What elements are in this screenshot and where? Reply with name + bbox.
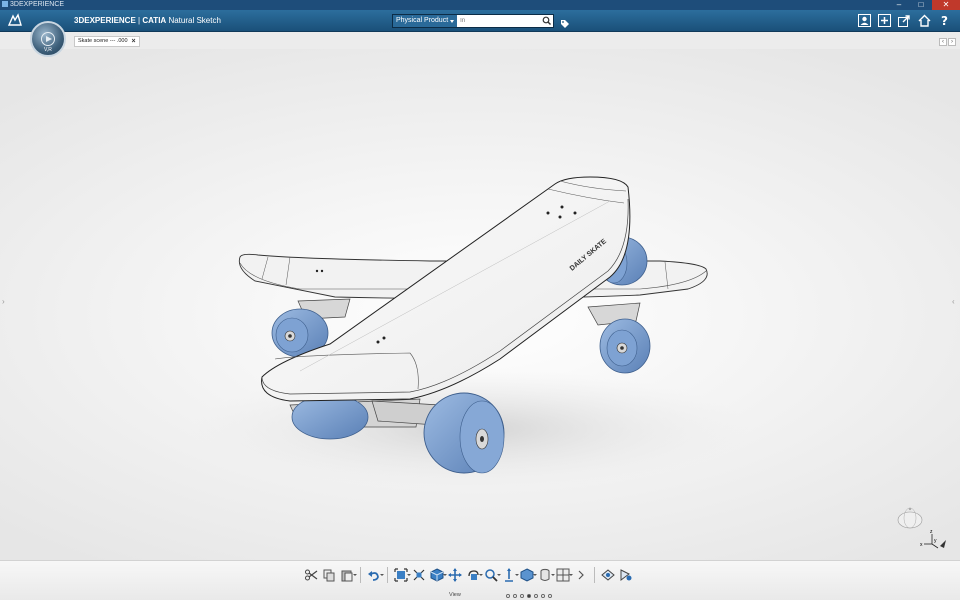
render-style-icon[interactable]	[518, 566, 537, 584]
undo-icon[interactable]	[365, 566, 384, 584]
add-icon[interactable]	[877, 13, 892, 28]
user-icon[interactable]	[857, 13, 872, 28]
zoom-area-icon[interactable]	[410, 566, 428, 584]
copy-icon[interactable]	[320, 566, 338, 584]
normal-view-icon[interactable]	[500, 566, 519, 584]
hide-show-icon[interactable]	[599, 566, 617, 584]
tab-next-button[interactable]: ›	[948, 38, 956, 46]
tab-navigation: ‹ ›	[939, 38, 956, 46]
pager-dot[interactable]	[534, 594, 538, 598]
toolbar-divider	[594, 567, 595, 583]
close-window-button[interactable]: ✕	[932, 0, 960, 10]
tag-icon[interactable]	[560, 16, 570, 28]
tab-prev-button[interactable]: ‹	[939, 38, 947, 46]
3d-viewport[interactable]: DAILY SKATE › ‹ z x y	[0, 49, 960, 560]
axis-triad[interactable]: z x y	[890, 504, 950, 559]
toolbar-divider	[387, 567, 388, 583]
share-icon[interactable]	[897, 13, 912, 28]
cut-icon[interactable]	[302, 566, 320, 584]
rotate-icon[interactable]	[464, 566, 483, 584]
pager-dot[interactable]	[513, 594, 517, 598]
top-bar: V,R 3DEXPERIENCE | CATIA Natural Sketch …	[0, 10, 960, 57]
more-icon[interactable]	[572, 566, 590, 584]
brand-label: 3DEXPERIENCE	[74, 16, 136, 25]
svg-text:?: ?	[941, 14, 948, 27]
fit-all-icon[interactable]	[392, 566, 411, 584]
pager-dot[interactable]	[548, 594, 552, 598]
top-right-toolbar: ?	[857, 13, 952, 28]
wheel	[423, 392, 505, 474]
chevron-down-icon	[450, 19, 455, 23]
compass-button[interactable]: V,R	[30, 21, 66, 57]
maximize-button[interactable]: □	[910, 0, 932, 10]
help-icon[interactable]: ?	[937, 13, 952, 28]
wheel	[599, 318, 651, 374]
axis-y-label: y	[934, 538, 937, 544]
app-brand-label: CATIA	[142, 16, 167, 25]
minimize-button[interactable]: –	[888, 0, 910, 10]
zoom-icon[interactable]	[482, 566, 501, 584]
pager-dot[interactable]	[506, 594, 510, 598]
axis-x-label: x	[920, 542, 923, 548]
paste-icon[interactable]	[338, 566, 357, 584]
pager-dot[interactable]	[520, 594, 524, 598]
tab-skate-scene[interactable]: Skate scene --- .000 ×	[74, 36, 140, 47]
tab-label: Skate scene --- .000	[78, 38, 128, 44]
right-panel-arrow[interactable]: ‹	[952, 297, 958, 307]
search-scope-dropdown[interactable]: Physical Product	[393, 15, 458, 27]
view-cube-icon[interactable]	[428, 566, 447, 584]
wheel	[291, 394, 369, 440]
compass-label: V,R	[44, 47, 52, 53]
axis-z-label: z	[930, 529, 933, 535]
app-name-label: Natural Sketch	[168, 16, 221, 25]
toolbar-divider	[360, 567, 361, 583]
ds-logo-icon[interactable]	[6, 12, 24, 30]
window-title: 3DEXPERIENCE	[10, 1, 65, 8]
pager-dot-active[interactable]	[527, 594, 531, 598]
section-tab-label[interactable]: View	[449, 592, 461, 598]
action-bar: View	[0, 560, 960, 600]
search-input[interactable]	[457, 15, 541, 27]
document-tab-row: Skate scene --- .000 × ‹ ›	[0, 32, 960, 49]
play-icon	[41, 32, 55, 46]
window-controls: – □ ✕	[888, 0, 960, 10]
pan-icon[interactable]	[446, 566, 464, 584]
app-title: 3DEXPERIENCE | CATIA Natural Sketch	[74, 10, 221, 32]
left-panel-arrow[interactable]: ›	[2, 297, 8, 307]
search-scope-label: Physical Product	[396, 17, 449, 24]
cylinder-icon[interactable]	[536, 566, 555, 584]
swap-visible-icon[interactable]	[617, 566, 635, 584]
home-icon[interactable]	[917, 13, 932, 28]
search-icon[interactable]	[541, 15, 553, 27]
skateboard-scene[interactable]: DAILY SKATE	[0, 49, 960, 560]
multi-view-icon[interactable]	[554, 566, 573, 584]
search-box: Physical Product	[392, 14, 554, 28]
close-tab-icon[interactable]: ×	[132, 37, 136, 46]
action-bar-tools	[302, 566, 635, 584]
app-window-icon	[2, 1, 8, 7]
window-title-bar: 3DEXPERIENCE – □ ✕	[0, 0, 960, 10]
section-pager	[506, 594, 552, 598]
title-separator: |	[138, 16, 141, 25]
pager-dot[interactable]	[541, 594, 545, 598]
